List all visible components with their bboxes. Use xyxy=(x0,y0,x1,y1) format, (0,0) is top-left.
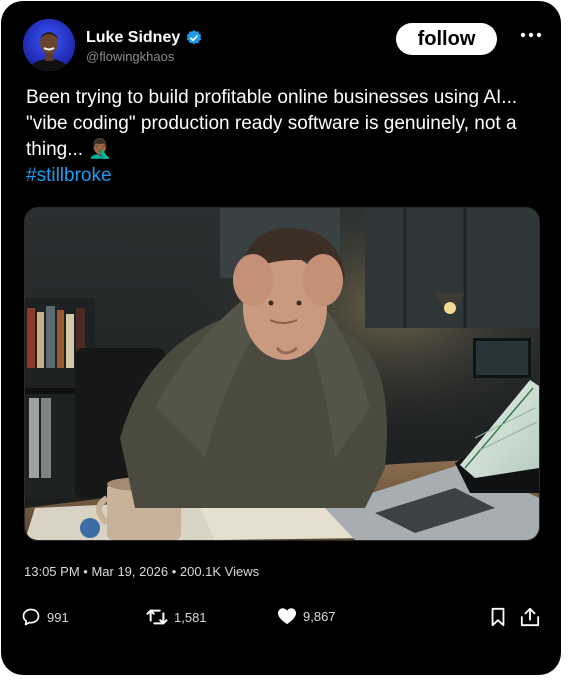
tweet-text: Been trying to build profitable online b… xyxy=(26,85,546,189)
tweet-views: 200.1K Views xyxy=(179,564,260,579)
stressed-man-photo xyxy=(25,208,539,540)
like-icon xyxy=(278,608,296,625)
retweet-button[interactable]: 1,581 xyxy=(146,607,207,627)
reply-icon xyxy=(22,608,40,626)
avatar[interactable] xyxy=(23,19,75,71)
share-icon xyxy=(520,607,540,627)
author-name[interactable]: Luke Sidney xyxy=(86,29,180,47)
retweet-icon xyxy=(146,609,168,625)
like-count: 9,867 xyxy=(303,608,336,624)
bookmark-button[interactable] xyxy=(489,607,507,627)
follow-button[interactable]: follow xyxy=(396,23,497,55)
tweet-body: Been trying to build profitable online b… xyxy=(26,87,518,160)
tweet-image[interactable] xyxy=(24,207,540,541)
verified-badge-icon xyxy=(187,30,202,45)
meta-separator: • xyxy=(171,564,180,579)
tweet-date[interactable]: Mar 19, 2026 xyxy=(91,564,168,579)
bookmark-icon xyxy=(491,607,505,627)
hashtag-link[interactable]: #stillbroke xyxy=(26,165,112,186)
author-name-row: Luke Sidney xyxy=(86,29,203,47)
tweet-card: Luke Sidney @flowingkhaos follow Been tr… xyxy=(1,1,561,675)
reply-count: 991 xyxy=(47,609,69,625)
action-bar: 991 1,581 9,867 xyxy=(1,607,561,631)
more-icon[interactable] xyxy=(519,29,543,41)
tweet-time[interactable]: 13:05 PM xyxy=(24,564,80,579)
share-button[interactable] xyxy=(519,607,541,627)
like-button[interactable]: 9,867 xyxy=(277,607,336,625)
reply-button[interactable]: 991 xyxy=(21,607,69,627)
tweet-meta: 13:05 PM • Mar 19, 2026 • 200.1K Views xyxy=(24,564,259,579)
author-handle[interactable]: @flowingkhaos xyxy=(86,49,174,64)
retweet-count: 1,581 xyxy=(174,609,207,625)
